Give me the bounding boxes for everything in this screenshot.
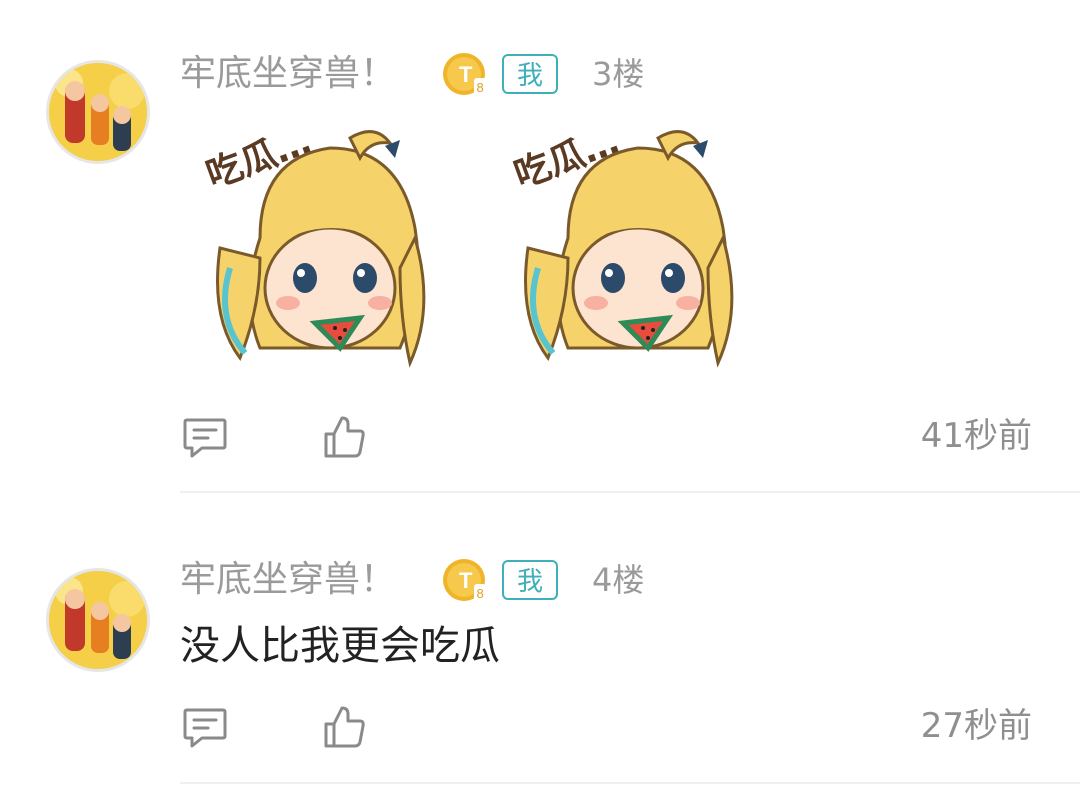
svg-text:T: T (459, 568, 473, 593)
divider (180, 782, 1080, 784)
post-time: 27秒前 (920, 706, 1032, 746)
comment-icon[interactable] (182, 414, 228, 460)
avatar-image (49, 63, 147, 161)
post-time: 41秒前 (920, 416, 1032, 456)
svg-text:8: 8 (477, 586, 484, 601)
avatar[interactable] (46, 60, 150, 164)
comment-text: 没人比我更会吃瓜 (180, 623, 500, 669)
avatar[interactable] (46, 568, 150, 672)
level-badge-icon: T 8 (443, 53, 486, 96)
avatar-image (49, 571, 147, 669)
thumbs-up-icon[interactable] (322, 704, 368, 750)
level-badge-icon: T 8 (443, 559, 486, 602)
me-badge: 我 (502, 54, 558, 94)
sticker-girl-eating-watermelon[interactable]: 吃瓜… (508, 118, 758, 368)
floor-number: 3楼 (592, 55, 645, 93)
me-badge: 我 (502, 560, 558, 600)
comment-icon[interactable] (182, 704, 228, 750)
post-floor-3: 牢底坐穿兽！ T 8 我 3楼 吃瓜… 吃瓜… 41秒前 (0, 0, 1080, 494)
svg-text:8: 8 (477, 80, 484, 95)
thumbs-up-icon[interactable] (322, 414, 368, 460)
floor-number: 4楼 (592, 561, 645, 599)
username[interactable]: 牢底坐穿兽！ (180, 52, 396, 96)
divider (180, 491, 1080, 493)
sticker-girl-eating-watermelon[interactable]: 吃瓜… (200, 118, 450, 368)
svg-text:T: T (459, 62, 473, 87)
username[interactable]: 牢底坐穿兽！ (180, 558, 396, 602)
post-floor-4: 牢底坐穿兽！ T 8 我 4楼 没人比我更会吃瓜 27秒前 (0, 494, 1080, 786)
